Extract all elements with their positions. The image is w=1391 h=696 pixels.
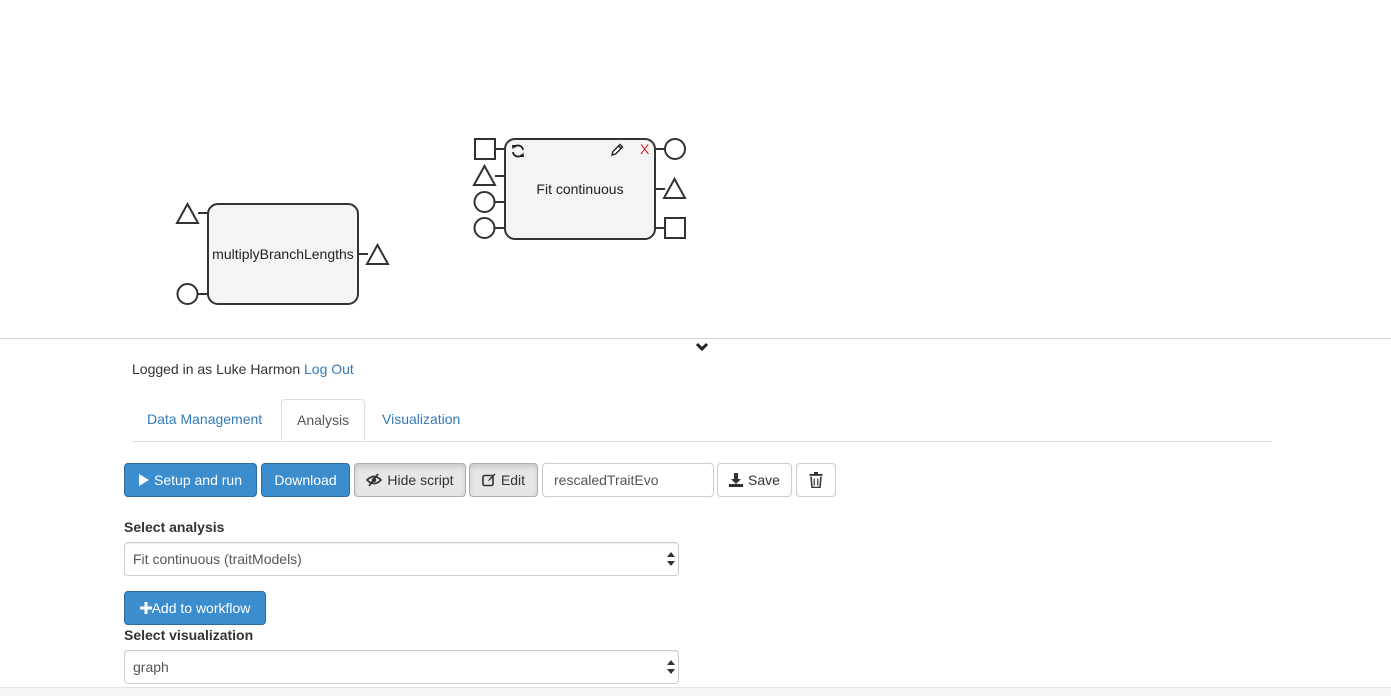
logout-link[interactable]: Log Out <box>304 361 354 377</box>
setup-and-run-label: Setup and run <box>154 472 242 488</box>
edit-icon <box>482 473 496 487</box>
refresh-icon[interactable] <box>510 143 526 159</box>
analysis-select[interactable]: Fit continuous (traitModels) <box>124 542 679 576</box>
login-status: Logged in as Luke Harmon Log Out <box>132 361 354 377</box>
eye-slash-icon <box>366 473 383 487</box>
play-icon <box>139 474 150 486</box>
save-label: Save <box>748 472 780 488</box>
input-port-square <box>474 138 496 160</box>
workflow-node-fit-continuous[interactable]: Fit continuous X <box>504 138 656 240</box>
select-arrows-icon <box>667 660 675 674</box>
save-button[interactable]: Save <box>717 463 792 497</box>
pencil-icon[interactable] <box>610 143 624 157</box>
plus-icon <box>139 602 152 614</box>
download-button[interactable]: Download <box>261 463 350 497</box>
download-label: Download <box>274 472 337 488</box>
input-port-triangle <box>175 201 200 224</box>
input-port-triangle <box>472 163 497 186</box>
tab-visualization[interactable]: Visualization <box>367 399 475 440</box>
main-tabs: Data Management Analysis Visualization <box>132 399 1272 442</box>
delete-button[interactable] <box>796 463 836 497</box>
workflow-canvas[interactable]: multiplyBranchLengths Fit continuous X <box>0 0 1391 338</box>
setup-and-run-button[interactable]: Setup and run <box>124 463 257 497</box>
node-label: Fit continuous <box>536 181 624 197</box>
input-port-circle <box>473 191 496 213</box>
node-label: multiplyBranchLengths <box>212 246 354 262</box>
output-port-square <box>664 217 686 239</box>
hide-script-button[interactable]: Hide script <box>354 463 466 497</box>
tab-data-management[interactable]: Data Management <box>132 399 277 440</box>
workflow-node-multiply-branch-lengths[interactable]: multiplyBranchLengths <box>207 203 359 305</box>
output-port-circle <box>664 138 686 160</box>
add-to-workflow-label: Add to workflow <box>151 600 251 616</box>
output-port-triangle <box>365 242 390 265</box>
input-port-circle <box>176 283 199 305</box>
input-port-circle <box>473 217 496 239</box>
select-visualization-label: Select visualization <box>124 627 254 643</box>
visualization-select[interactable]: graph <box>124 650 679 684</box>
select-arrows-icon <box>667 552 675 566</box>
login-text: Logged in as Luke Harmon <box>132 361 301 377</box>
remove-node-icon[interactable]: X <box>640 141 649 157</box>
tab-analysis[interactable]: Analysis <box>281 399 366 441</box>
select-analysis-label: Select analysis <box>124 519 225 535</box>
analysis-selected-value: Fit continuous (traitModels) <box>133 551 302 567</box>
workflow-name-input[interactable] <box>542 463 714 497</box>
visualization-selected-value: graph <box>133 659 169 675</box>
hide-script-label: Hide script <box>387 472 454 488</box>
output-port-triangle <box>662 176 687 199</box>
add-to-workflow-button[interactable]: Add to workflow <box>124 591 266 625</box>
edit-button[interactable]: Edit <box>469 463 538 497</box>
trash-icon <box>809 472 823 488</box>
chevron-down-icon[interactable] <box>694 340 710 354</box>
edit-label: Edit <box>500 472 526 488</box>
panel-divider <box>0 338 1391 339</box>
download-icon <box>729 473 744 487</box>
